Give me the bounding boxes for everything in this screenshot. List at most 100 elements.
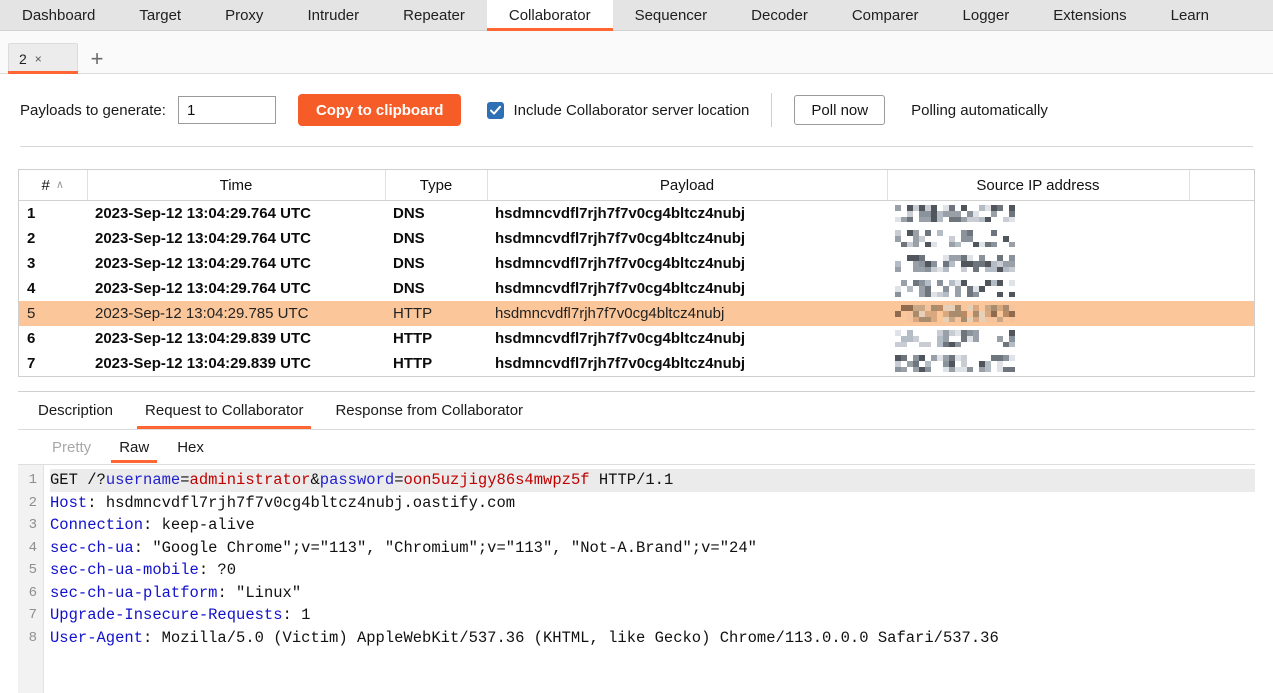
main-tab-learn[interactable]: Learn xyxy=(1149,0,1231,30)
copy-to-clipboard-button[interactable]: Copy to clipboard xyxy=(298,94,462,126)
request-token-plain: GET /? xyxy=(50,471,106,489)
raw-request-viewer[interactable]: 12345678 GET /?username=administrator&pa… xyxy=(18,464,1255,693)
table-header-row: #∧ Time Type Payload Source IP address xyxy=(19,170,1254,201)
request-token-hdr: User-Agent xyxy=(50,629,143,647)
toolbar-divider xyxy=(771,93,772,127)
main-tab-sequencer[interactable]: Sequencer xyxy=(613,0,730,30)
table-row[interactable]: 62023-Sep-12 13:04:29.839 UTCHTTPhsdmncv… xyxy=(19,326,1254,351)
cell-spacer xyxy=(1189,276,1254,301)
line-number: 3 xyxy=(18,514,43,537)
cell-index: 3 xyxy=(19,251,87,276)
request-token-key: username xyxy=(106,471,180,489)
line-number: 5 xyxy=(18,559,43,582)
cell-payload: hsdmncvdfl7rjh7f7v0cg4bltcz4nubj xyxy=(487,326,887,351)
request-token-hdr: sec-ch-ua-platform xyxy=(50,584,217,602)
cell-type: DNS xyxy=(385,226,487,251)
main-tab-extensions[interactable]: Extensions xyxy=(1031,0,1148,30)
request-line: Upgrade-Insecure-Requests: 1 xyxy=(50,604,1255,627)
table-row[interactable]: 52023-Sep-12 13:04:29.785 UTCHTTPhsdmncv… xyxy=(19,301,1254,326)
column-header-payload[interactable]: Payload xyxy=(487,170,887,201)
request-token-plain: = xyxy=(394,471,403,489)
payload-count-input[interactable] xyxy=(178,96,276,124)
cell-index: 4 xyxy=(19,276,87,301)
column-header-source-ip[interactable]: Source IP address xyxy=(887,170,1189,201)
include-server-location-checkbox-group[interactable]: Include Collaborator server location xyxy=(487,102,749,119)
source-ip-redacted xyxy=(895,305,1189,322)
session-tab-label: 2 xyxy=(19,51,27,67)
interactions-table: #∧ Time Type Payload Source IP address 1… xyxy=(19,170,1254,376)
line-number: 4 xyxy=(18,537,43,560)
line-number: 1 xyxy=(18,469,43,492)
main-tab-collaborator[interactable]: Collaborator xyxy=(487,0,613,30)
source-ip-redacted xyxy=(895,355,1189,372)
cell-payload: hsdmncvdfl7rjh7f7v0cg4bltcz4nubj xyxy=(487,351,887,376)
table-row[interactable]: 22023-Sep-12 13:04:29.764 UTCDNShsdmncvd… xyxy=(19,226,1254,251)
request-token-plain: : ?0 xyxy=(199,561,236,579)
cell-index: 6 xyxy=(19,326,87,351)
request-line: sec-ch-ua-mobile: ?0 xyxy=(50,559,1255,582)
cell-type: DNS xyxy=(385,276,487,301)
column-header-index-label: # xyxy=(42,177,50,194)
detail-tab-response-from-collaborator[interactable]: Response from Collaborator xyxy=(319,393,539,429)
column-header-type[interactable]: Type xyxy=(385,170,487,201)
cell-time: 2023-Sep-12 13:04:29.764 UTC xyxy=(87,276,385,301)
request-token-hdr: sec-ch-ua xyxy=(50,539,134,557)
main-tab-logger[interactable]: Logger xyxy=(941,0,1032,30)
new-session-tab-button[interactable]: + xyxy=(82,44,112,73)
source-ip-redacted xyxy=(895,230,1189,247)
request-line: Host: hsdmncvdfl7rjh7f7v0cg4bltcz4nubj.o… xyxy=(50,492,1255,515)
cell-type: DNS xyxy=(385,251,487,276)
cell-time: 2023-Sep-12 13:04:29.839 UTC xyxy=(87,326,385,351)
cell-time: 2023-Sep-12 13:04:29.764 UTC xyxy=(87,201,385,227)
interactions-table-container: #∧ Time Type Payload Source IP address 1… xyxy=(18,169,1255,377)
table-row[interactable]: 32023-Sep-12 13:04:29.764 UTCDNShsdmncvd… xyxy=(19,251,1254,276)
cell-payload: hsdmncvdfl7rjh7f7v0cg4bltcz4nubj xyxy=(487,226,887,251)
view-tab-hex[interactable]: Hex xyxy=(163,431,218,463)
request-message-body[interactable]: GET /?username=administrator&password=oo… xyxy=(44,465,1255,693)
main-tab-repeater[interactable]: Repeater xyxy=(381,0,487,30)
request-token-plain: : Mozilla/5.0 (Victim) AppleWebKit/537.3… xyxy=(143,629,999,647)
column-header-spacer xyxy=(1189,170,1254,201)
view-tab-raw[interactable]: Raw xyxy=(105,431,163,463)
cell-source-ip xyxy=(887,301,1189,326)
cell-index: 1 xyxy=(19,201,87,227)
session-tab-2[interactable]: 2 × xyxy=(8,43,78,73)
table-row[interactable]: 42023-Sep-12 13:04:29.764 UTCDNShsdmncvd… xyxy=(19,276,1254,301)
main-tab-comparer[interactable]: Comparer xyxy=(830,0,941,30)
request-line: Connection: keep-alive xyxy=(50,514,1255,537)
checkmark-icon[interactable] xyxy=(487,102,504,119)
cell-type: HTTP xyxy=(385,301,487,326)
close-icon[interactable]: × xyxy=(35,53,42,65)
column-header-time[interactable]: Time xyxy=(87,170,385,201)
request-token-val: oon5uzjigy86s4mwpz5f xyxy=(404,471,590,489)
request-token-hdr: Connection xyxy=(50,516,143,534)
detail-tab-description[interactable]: Description xyxy=(22,393,129,429)
main-tab-intruder[interactable]: Intruder xyxy=(285,0,381,30)
main-tab-target[interactable]: Target xyxy=(117,0,203,30)
request-line: GET /?username=administrator&password=oo… xyxy=(50,469,1255,492)
cell-index: 2 xyxy=(19,226,87,251)
request-token-plain: & xyxy=(310,471,319,489)
cell-index: 7 xyxy=(19,351,87,376)
request-line: sec-ch-ua: "Google Chrome";v="113", "Chr… xyxy=(50,537,1255,560)
line-number: 6 xyxy=(18,582,43,605)
cell-source-ip xyxy=(887,226,1189,251)
request-token-plain: : hsdmncvdfl7rjh7f7v0cg4bltcz4nubj.oasti… xyxy=(87,494,515,512)
column-header-index[interactable]: #∧ xyxy=(19,170,87,201)
table-row[interactable]: 72023-Sep-12 13:04:29.839 UTCHTTPhsdmncv… xyxy=(19,351,1254,376)
poll-now-button[interactable]: Poll now xyxy=(794,95,885,125)
table-row[interactable]: 12023-Sep-12 13:04:29.764 UTCDNShsdmncvd… xyxy=(19,201,1254,227)
line-number-gutter: 12345678 xyxy=(18,465,44,693)
detail-tab-request-to-collaborator[interactable]: Request to Collaborator xyxy=(129,393,319,429)
request-token-hdr: Upgrade-Insecure-Requests xyxy=(50,606,283,624)
main-tab-proxy[interactable]: Proxy xyxy=(203,0,285,30)
cell-spacer xyxy=(1189,301,1254,326)
source-ip-redacted xyxy=(895,255,1189,272)
request-token-plain: : "Linux" xyxy=(217,584,301,602)
main-tab-decoder[interactable]: Decoder xyxy=(729,0,830,30)
message-view-tab-bar: PrettyRawHex xyxy=(18,430,1255,464)
request-token-plain: HTTP/1.1 xyxy=(590,471,674,489)
sort-ascending-icon: ∧ xyxy=(56,179,64,191)
main-tab-dashboard[interactable]: Dashboard xyxy=(0,0,117,30)
cell-type: HTTP xyxy=(385,351,487,376)
